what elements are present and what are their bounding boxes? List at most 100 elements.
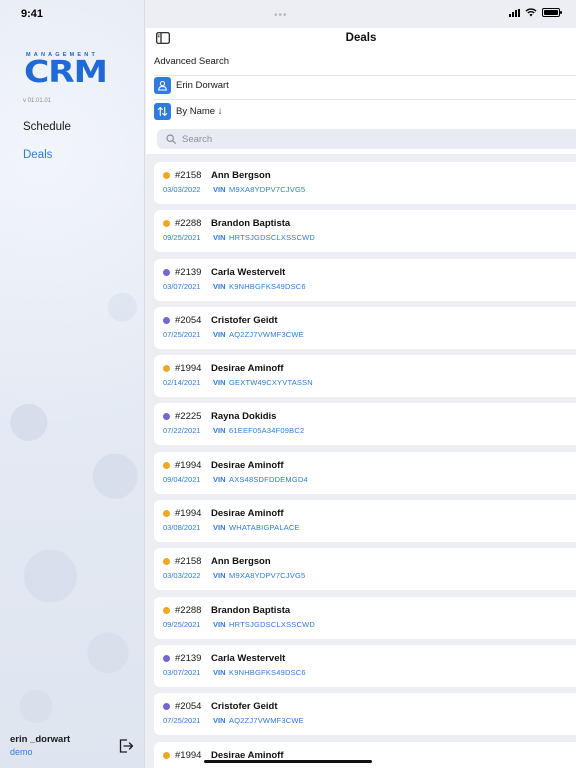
deal-number: #2158 <box>175 556 202 568</box>
advanced-search-link[interactable]: Advanced Search <box>154 56 229 67</box>
status-dot <box>163 172 170 179</box>
status-dot <box>163 510 170 518</box>
status-dot <box>163 220 170 228</box>
deal-number: #2225 <box>175 411 202 423</box>
vin-value: AQ2ZJ7VWMF3CWE <box>229 716 304 726</box>
deal-card[interactable]: #2288 Brandon Baptista 09/25/2021 VIN HRTSJG… <box>154 596 576 639</box>
deal-customer-name: Desirae Aminoff <box>211 749 284 761</box>
status-dot <box>163 606 170 614</box>
vin-label: VIN <box>213 571 226 581</box>
vin-value: AQ2ZJ7VWMF3CWE <box>229 329 304 339</box>
deal-customer-name: Carla Westervelt <box>211 266 286 278</box>
deal-number: #1994 <box>175 749 202 761</box>
divider <box>154 99 576 100</box>
deals-list: #2158 Ann Bergson 03/03/2022 VIN M9XA8YDPV7C… <box>154 162 576 768</box>
main-panel: Deals Advanced Search Erin Dorwart By Na… <box>146 0 576 768</box>
vin-value: K9NHBGFKS49DSC6 <box>229 281 306 291</box>
status-dot <box>163 461 170 469</box>
deal-date: 03/07/2021 <box>163 667 201 677</box>
vin-label: VIN <box>213 378 226 388</box>
deal-date: 03/08/2021 <box>163 523 201 533</box>
sort-arrows-icon <box>154 103 171 120</box>
deal-card[interactable]: #2139 Carla Westervelt 03/07/2021 VIN K9NHBG… <box>154 258 576 301</box>
deal-card[interactable]: #2288 Brandon Baptista 09/25/2021 VIN HRTSJG… <box>154 210 576 253</box>
deal-card[interactable]: #1994 Desirae Aminoff 09/04/2021 VIN AXS48SD… <box>154 451 576 494</box>
deal-number: #2288 <box>175 604 202 616</box>
deal-customer-name: Carla Westervelt <box>211 652 286 664</box>
vin-label: VIN <box>213 233 226 243</box>
crm-logo: MANAGEMENT CRM <box>24 52 124 90</box>
deal-date: 02/14/2021 <box>163 378 201 388</box>
status-dot <box>163 558 170 566</box>
deal-card[interactable]: #2139 Carla Westervelt 03/07/2021 VIN K9NHBG… <box>154 644 576 687</box>
wifi-icon <box>525 8 537 17</box>
deals-header: Deals Advanced Search Erin Dorwart By Na… <box>146 28 576 154</box>
status-time: 9:41 <box>21 8 44 20</box>
status-dot <box>163 413 170 421</box>
sort-label: By Name ↓ <box>176 106 223 117</box>
user-filter[interactable]: Erin Dorwart <box>154 77 229 94</box>
deal-number: #2139 <box>175 652 202 664</box>
user-name: erin _dorwart <box>10 734 71 745</box>
vin-value: M9XA8YDPV7CJVG5 <box>229 571 306 581</box>
search-bar[interactable] <box>157 129 576 149</box>
status-dot <box>163 268 170 276</box>
deal-customer-name: Desirae Aminoff <box>211 459 284 471</box>
status-icons <box>509 8 562 17</box>
deal-card[interactable]: #1994 Desirae Aminoff 02/14/2021 VIN GEXTW49… <box>154 355 576 398</box>
vin-label: VIN <box>213 426 226 436</box>
deal-customer-name: Rayna Dokidis <box>211 411 277 423</box>
vin-label: VIN <box>213 523 226 533</box>
person-icon <box>154 77 171 94</box>
deal-card[interactable]: #1994 Desirae Aminoff <box>154 741 576 768</box>
vin-label: VIN <box>213 619 226 629</box>
deal-date: 09/04/2021 <box>163 474 201 484</box>
deal-customer-name: Ann Bergson <box>211 556 271 568</box>
divider <box>154 75 576 76</box>
deal-number: #2158 <box>175 170 202 181</box>
vin-value: AXS48SDFDDEMGD4 <box>229 474 308 484</box>
vin-value: GEXTW49CXYVTASSN <box>229 378 313 388</box>
status-bar: 9:41 ••• <box>0 0 576 28</box>
vin-value: 61EEF05A34F09BC2 <box>229 426 305 436</box>
vin-label: VIN <box>213 474 226 484</box>
sidebar: MANAGEMENT CRM v 01.01.01 Schedule Deals… <box>0 0 145 768</box>
vin-value: M9XA8YDPV7CJVG5 <box>229 185 306 194</box>
deal-card[interactable]: #2158 Ann Bergson 03/03/2022 VIN M9XA8YDPV7C… <box>154 162 576 204</box>
vin-label: VIN <box>213 329 226 339</box>
user-filter-label: Erin Dorwart <box>176 80 229 91</box>
deal-date: 09/25/2021 <box>163 233 201 243</box>
sidebar-item-deals[interactable]: Deals <box>23 149 52 161</box>
deal-card[interactable]: #2158 Ann Bergson 03/03/2022 VIN M9XA8YDPV7C… <box>154 548 576 591</box>
deal-customer-name: Desirae Aminoff <box>211 363 284 375</box>
search-input[interactable] <box>182 133 482 145</box>
deal-card[interactable]: #2054 Cristofer Geidt 07/25/2021 VIN AQ2ZJ7V… <box>154 693 576 736</box>
deal-date: 07/22/2021 <box>163 426 201 436</box>
deal-number: #2054 <box>175 314 202 326</box>
multitasking-dots[interactable]: ••• <box>274 10 288 21</box>
deal-card[interactable]: #2225 Rayna Dokidis 07/22/2021 VIN 61EEF05A3… <box>154 403 576 446</box>
deal-date: 09/25/2021 <box>163 619 201 629</box>
status-dot <box>163 751 170 759</box>
deal-customer-name: Desirae Aminoff <box>211 508 284 520</box>
sidebar-item-schedule[interactable]: Schedule <box>23 121 71 133</box>
home-indicator <box>204 760 372 763</box>
sort-control[interactable]: By Name ↓ <box>154 103 222 120</box>
status-dot <box>163 654 170 662</box>
deal-date: 07/25/2021 <box>163 329 201 339</box>
vin-value: HRTSJGDSCLXSSCWD <box>229 619 315 629</box>
deal-number: #2288 <box>175 218 202 230</box>
deal-card[interactable]: #1994 Desirae Aminoff 03/08/2021 VIN WHATABI… <box>154 500 576 543</box>
logout-icon[interactable] <box>118 738 134 754</box>
deal-customer-name: Cristofer Geidt <box>211 314 278 326</box>
vin-label: VIN <box>213 716 226 726</box>
vin-value: K9NHBGFKS49DSC6 <box>229 667 306 677</box>
deal-number: #1994 <box>175 363 202 375</box>
deal-card[interactable]: #2054 Cristofer Geidt 07/25/2021 VIN AQ2ZJ7V… <box>154 306 576 349</box>
user-role: demo <box>10 747 33 757</box>
deal-customer-name: Ann Bergson <box>211 170 271 181</box>
deal-date: 03/07/2021 <box>163 281 201 291</box>
deal-customer-name: Brandon Baptista <box>211 218 291 230</box>
deal-customer-name: Cristofer Geidt <box>211 701 278 713</box>
app-version: v 01.01.01 <box>23 98 52 104</box>
